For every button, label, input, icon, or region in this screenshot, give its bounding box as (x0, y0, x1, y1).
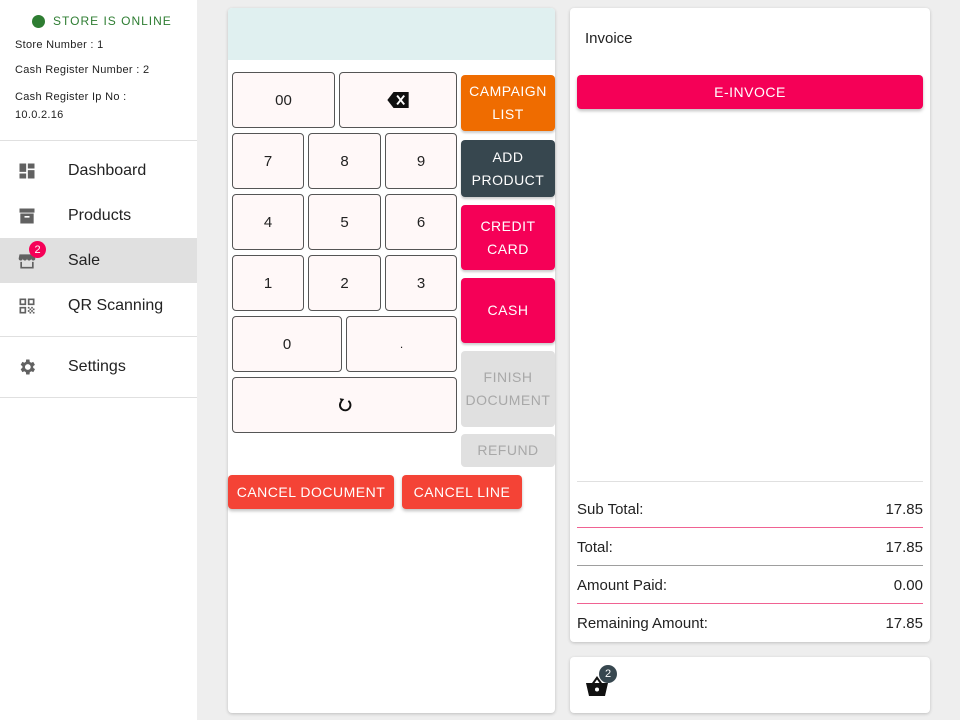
divider (0, 397, 197, 398)
remaining-amount-row: Remaining Amount: 17.85 (577, 604, 923, 642)
divider (577, 481, 923, 482)
invoice-panel: Invoice E-INVOCE Sub Total: 17.85 Total:… (570, 8, 930, 642)
amount-paid-value: 0.00 (893, 576, 923, 594)
nav-item-sale[interactable]: 2 Sale (0, 238, 197, 283)
online-status-dot (32, 14, 45, 28)
nav-label-dashboard: Dashboard (68, 161, 147, 179)
sale-badge: 2 (29, 241, 46, 258)
remaining-amount-label: Remaining Amount: (577, 614, 708, 632)
key-3[interactable]: 3 (385, 255, 457, 311)
cancel-line-button[interactable]: CANCEL LINE (402, 475, 522, 509)
sidebar: STORE IS ONLINE Store Number : 1 Cash Re… (0, 0, 197, 720)
total-label: Total: (577, 538, 613, 556)
sub-total-label: Sub Total: (577, 500, 644, 518)
store-status: STORE IS ONLINE (32, 14, 172, 28)
key-00[interactable]: 00 (232, 72, 335, 128)
keypad-panel: 00 7 8 9 4 5 6 1 2 3 0 . CAMPAIGN LIST A… (228, 8, 555, 713)
sub-total-row: Sub Total: 17.85 (577, 490, 923, 528)
key-2[interactable]: 2 (308, 255, 381, 311)
divider (0, 140, 197, 141)
cash-button[interactable]: CASH (461, 278, 555, 343)
cash-register-number: Cash Register Number : 2 (15, 64, 150, 76)
nav-label-qr-scanning: QR Scanning (68, 296, 164, 314)
total-value: 17.85 (885, 538, 923, 556)
divider (0, 336, 197, 337)
store-number: Store Number : 1 (15, 39, 104, 51)
refund-button[interactable]: REFUND (461, 434, 555, 467)
nav-label-settings: Settings (68, 357, 126, 375)
credit-card-button[interactable]: CREDIT CARD (461, 205, 555, 270)
key-9[interactable]: 9 (385, 133, 457, 189)
campaign-list-button[interactable]: CAMPAIGN LIST (461, 75, 555, 131)
nav-item-settings[interactable]: Settings (0, 344, 197, 389)
invoice-title: Invoice (585, 30, 633, 47)
backspace-button[interactable] (339, 72, 457, 128)
key-5[interactable]: 5 (308, 194, 381, 250)
store-status-text: STORE IS ONLINE (53, 14, 172, 28)
key-6[interactable]: 6 (385, 194, 457, 250)
amount-paid-row: Amount Paid: 0.00 (577, 566, 923, 604)
nav-item-dashboard[interactable]: Dashboard (0, 148, 197, 193)
key-0[interactable]: 0 (232, 316, 342, 372)
key-decimal[interactable]: . (346, 316, 457, 372)
sub-total-value: 17.85 (885, 500, 923, 518)
key-1[interactable]: 1 (232, 255, 304, 311)
add-product-button[interactable]: ADD PRODUCT (461, 140, 555, 197)
entry-display (228, 8, 555, 60)
key-4[interactable]: 4 (232, 194, 304, 250)
archive-icon (19, 208, 35, 223)
backspace-icon (387, 92, 409, 108)
nav-item-products[interactable]: Products (0, 193, 197, 238)
cash-register-ip-value: 10.0.2.16 (15, 109, 64, 121)
dashboard-icon (19, 163, 35, 178)
refresh-icon (338, 398, 351, 412)
gear-icon (20, 359, 35, 374)
nav-label-sale: Sale (68, 251, 101, 269)
amount-paid-label: Amount Paid: (577, 576, 668, 594)
key-8[interactable]: 8 (308, 133, 381, 189)
cash-register-ip-label: Cash Register Ip No : (15, 91, 127, 103)
basket-count-badge: 2 (599, 665, 617, 683)
reset-button[interactable] (232, 377, 457, 433)
total-row: Total: 17.85 (577, 528, 923, 566)
nav-item-qr-scanning[interactable]: QR Scanning (0, 283, 197, 328)
cancel-document-button[interactable]: CANCEL DOCUMENT (228, 475, 394, 509)
basket-card: 2 (570, 657, 930, 713)
e-invoice-button[interactable]: E-INVOCE (577, 75, 923, 109)
qr-code-icon (19, 298, 35, 313)
key-7[interactable]: 7 (232, 133, 304, 189)
finish-document-button[interactable]: FINISH DOCUMENT (461, 351, 555, 427)
remaining-amount-value: 17.85 (885, 614, 923, 632)
nav-label-products: Products (68, 206, 132, 224)
